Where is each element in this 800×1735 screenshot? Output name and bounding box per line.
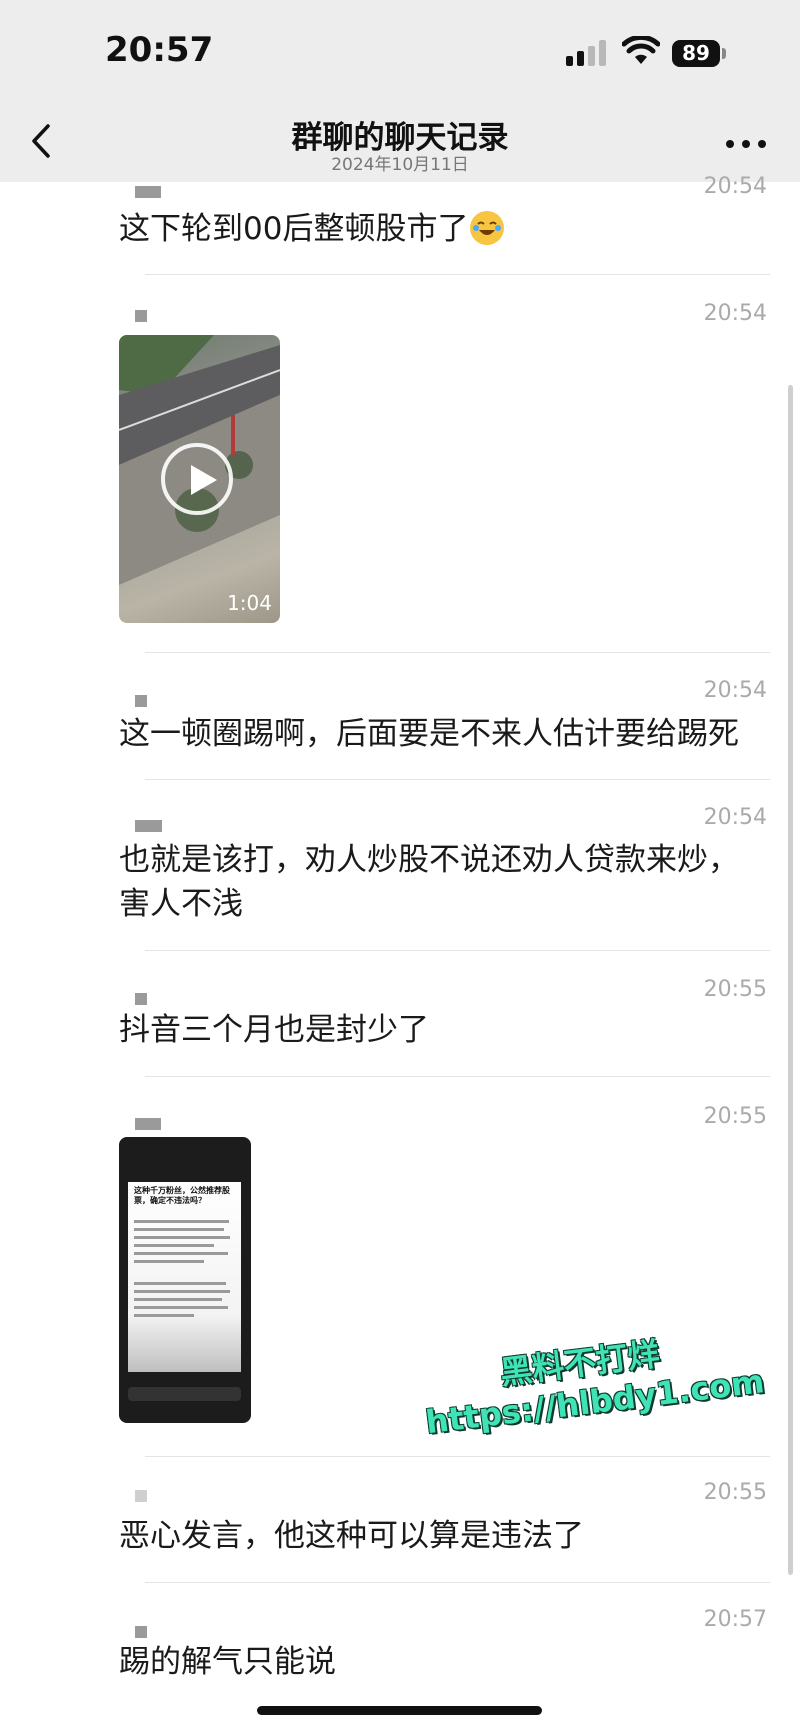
status-time: 20:57 <box>105 30 214 70</box>
message-text: 也就是该打，劝人炒股不说还劝人贷款来炒，害人不浅 <box>119 842 739 922</box>
message-time: 20:54 <box>703 805 767 830</box>
sender-avatar-redacted <box>135 1118 161 1130</box>
sender-avatar-redacted <box>135 820 162 832</box>
message-divider <box>145 274 770 275</box>
page-subtitle-date: 2024年10月11日 <box>331 155 469 175</box>
watermark-overlay: 黑料不打烊 https://hlbdy1.com <box>418 1314 786 1442</box>
video-thumbnail[interactable]: 1:04 <box>119 335 280 623</box>
message-text-content: 这下轮到00后整顿股市了 <box>119 211 469 247</box>
message-time: 20:54 <box>703 301 767 326</box>
status-bar: 20:57 89 <box>0 0 800 100</box>
message-divider <box>145 1582 770 1583</box>
message-divider <box>145 779 770 780</box>
message-divider <box>145 652 770 653</box>
home-indicator[interactable] <box>257 1706 542 1715</box>
screenshot-text-line <box>134 1314 194 1317</box>
message-time: 20:55 <box>703 977 767 1002</box>
cellular-signal-icon <box>566 40 606 66</box>
screenshot-text-line <box>134 1282 226 1285</box>
wifi-icon <box>622 36 660 64</box>
screenshot-text-line <box>134 1298 222 1301</box>
screenshot-text-line <box>134 1236 230 1239</box>
battery-indicator: 89 <box>672 40 720 67</box>
message-time: 20:54 <box>703 678 767 703</box>
battery-tip <box>722 48 726 59</box>
sender-avatar-redacted <box>135 1490 147 1502</box>
scrollbar[interactable] <box>788 385 793 1575</box>
screenshot-text-line <box>134 1306 228 1309</box>
more-options-icon[interactable] <box>724 138 768 150</box>
screenshot-text-line <box>134 1290 230 1293</box>
message-text: 恶心发言，他这种可以算是违法了 <box>119 1518 584 1554</box>
message-time: 20:54 <box>703 174 767 199</box>
message-time: 20:55 <box>703 1104 767 1129</box>
image-thumbnail[interactable]: 这种千万粉丝，公然推荐股票，确定不违法吗？ <box>119 1137 251 1423</box>
sender-avatar-redacted <box>135 310 147 322</box>
screenshot-text-line <box>134 1260 204 1263</box>
sender-avatar-redacted <box>135 1626 147 1638</box>
screenshot-post-title: 这种千万粉丝，公然推荐股票，确定不违法吗？ <box>134 1186 230 1205</box>
message-text: 抖音三个月也是封少了 <box>119 1012 429 1048</box>
message-divider <box>145 1456 770 1457</box>
message-text: 这下轮到00后整顿股市了 <box>119 207 769 251</box>
sender-avatar-redacted <box>135 695 147 707</box>
message-time: 20:57 <box>703 1607 767 1632</box>
video-duration: 1:04 <box>227 591 272 615</box>
message-time: 20:55 <box>703 1480 767 1505</box>
screenshot-comment-bar <box>128 1387 241 1401</box>
message-text: 这一顿圈踢啊，后面要是不来人估计要给踢死 <box>119 716 739 752</box>
screenshot-post-card: 这种千万粉丝，公然推荐股票，确定不违法吗？ <box>128 1182 241 1372</box>
sender-avatar-redacted <box>135 186 161 198</box>
screenshot-text-line <box>134 1252 228 1255</box>
message-divider <box>145 1076 770 1077</box>
laughing-crying-emoji-icon <box>470 211 505 245</box>
message-text: 踢的解气只能说 <box>119 1644 336 1680</box>
screenshot-text-line <box>134 1244 214 1247</box>
play-icon[interactable] <box>161 443 233 515</box>
sender-avatar-redacted <box>135 993 147 1005</box>
nav-bar: 群聊的聊天记录 2024年10月11日 <box>0 100 800 182</box>
screenshot-text-line <box>134 1228 224 1231</box>
message-divider <box>145 950 770 951</box>
screenshot-text-line <box>134 1220 229 1223</box>
